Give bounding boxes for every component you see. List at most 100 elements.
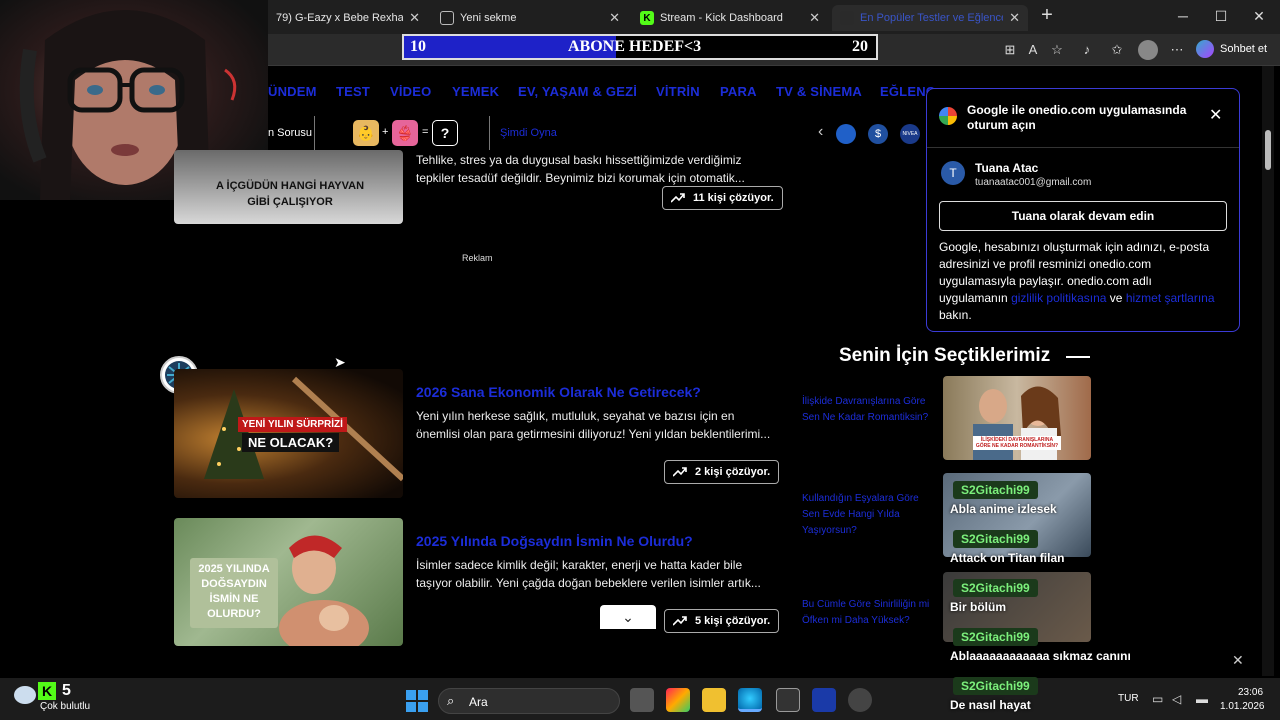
profile-avatar[interactable] [1138,40,1158,60]
tab-title: En Popüler Testler ve Eğlenceli Q [860,12,1003,24]
divider [489,116,490,150]
solve-count-button[interactable]: 2 kişi çözüyor. [664,460,780,484]
plus-sign: + [382,126,389,138]
goal-label: ABONE HEDEF<3 [568,38,702,55]
tab-youtube[interactable]: 79) G-Eazy x Bebe Rexha - Me, M ✕ [268,5,428,31]
trending-icon [671,193,685,203]
terms-link[interactable]: hizmet şartlarına [1126,291,1215,305]
obs-icon[interactable] [848,688,872,712]
kick-icon: K [640,11,654,25]
tab-kick[interactable]: K Stream - Kick Dashboard ✕ [632,5,828,31]
favorite-star-icon[interactable]: ☆ [1048,41,1066,59]
suggestion-link[interactable]: İlişkide Davranışlarına Göre Sen Ne Kada… [802,394,932,426]
thumbnail-caption: NE OLACAK? [242,433,340,452]
language-indicator[interactable]: TUR [1118,693,1139,704]
divider [314,116,315,150]
read-aloud-icon[interactable]: A [1024,41,1042,59]
nav-ev-yasam-gezi[interactable]: EV, YAŞAM & GEZİ [518,84,637,99]
tab-title: Yeni sekme [460,12,517,24]
store-icon[interactable] [776,688,800,712]
privacy-policy-link[interactable]: gizlilik politikasına [1011,291,1106,305]
app-icon[interactable] [812,688,836,712]
suggestion-link[interactable]: Bu Cümle Göre Sinirliliğin mi Öfken mi D… [802,597,932,629]
user-email: tuanaatac001@gmail.com [975,177,1092,188]
chat-message: Bir bölüm [950,600,1006,614]
weather-cloud-icon[interactable] [14,686,36,704]
weather-temperature: 5 [62,682,71,699]
close-banner-icon[interactable]: ✕ [1232,652,1244,669]
tab-onedio[interactable]: En Popüler Testler ve Eğlenceli Q ✕ [832,5,1028,31]
card-description: Tehlike, stres ya da duygusal baskı hiss… [416,153,745,185]
chat-message: Abla anime izlesek [950,502,1057,516]
tab-title: Stream - Kick Dashboard [660,12,783,24]
suggestion-thumbnail[interactable]: İLİŞKİDEKİ DAVRANIŞLARINA GÖRE NE KADAR … [943,376,1091,460]
taskbar-search-box[interactable]: ⌕ Ara [438,688,620,714]
carousel-prev-icon[interactable]: ‹ [818,123,823,141]
nav-vitrin[interactable]: VİTRİN [656,84,700,99]
suggestion-link[interactable]: Kullandığın Eşyalara Göre Sen Evde Hangi… [802,491,932,539]
windows-start-icon[interactable] [406,690,428,712]
nav-para[interactable]: PARA [720,84,757,99]
riddle-label: n Sorusu [268,127,313,139]
copilot-app-icon[interactable] [666,688,690,712]
close-tab-icon[interactable]: ✕ [809,10,820,26]
play-now-link[interactable]: Şimdi Oyna [500,127,557,139]
card-title[interactable]: 2025 Yılında Doğsaydın İsmin Ne Olurdu? [416,533,693,549]
dollar-brand-icon[interactable]: $ [868,124,888,144]
tab-new[interactable]: Yeni sekme ✕ [432,5,628,31]
extensions-icon[interactable]: ♪ [1078,41,1096,59]
thumbnail-caption: İLİŞKİDEKİ DAVRANIŞLARINA GÖRE NE KADAR … [973,436,1061,450]
copilot-chat-button[interactable]: Sohbet et [1196,40,1267,58]
close-popup-icon[interactable]: ✕ [1209,105,1222,125]
nav-video[interactable]: VİDEO [390,84,431,99]
clock-date[interactable]: 1.01.2026 [1220,701,1265,712]
close-window-button[interactable]: ✕ [1244,8,1274,25]
solve-count-button[interactable]: 11 kişi çözüyor. [662,186,783,210]
favorites-icon[interactable]: ✩ [1108,41,1126,59]
weather-text: Çok bulutlu [40,701,91,712]
nav-gundem[interactable]: ÜNDEM [268,84,317,99]
volume-icon[interactable]: ◁ [1172,692,1181,706]
continue-as-user-button[interactable]: Tuana olarak devam edin [939,201,1227,231]
app-available-icon[interactable]: ⊞ [1001,41,1019,59]
new-tab-button[interactable]: + [1032,4,1062,27]
scroll-down-chevron-icon[interactable]: ⌄ [600,605,656,629]
maximize-button[interactable]: ☐ [1206,8,1236,25]
thumbnail-caption: 2025 YILINDA DOĞSAYDIN İSMİN NE OLURDU? [198,563,270,620]
trending-icon [673,467,687,477]
card-thumbnail[interactable]: YENİ YILIN SÜRPRİZİ NE OLACAK? [174,369,403,498]
file-explorer-icon[interactable] [702,688,726,712]
battery-icon[interactable]: ▬ [1196,692,1208,706]
chat-username: S2Gitachi99 [953,677,1038,695]
clock-time[interactable]: 23:06 [1238,687,1263,698]
chat-username: S2Gitachi99 [953,481,1038,499]
nav-yemek[interactable]: YEMEK [452,84,499,99]
tab-title: 79) G-Eazy x Bebe Rexha - Me, M [276,12,404,24]
network-icon[interactable]: ▭ [1152,692,1163,706]
close-tab-icon[interactable]: ✕ [409,10,420,26]
equals-sign: = [422,126,429,138]
baby-emoji-icon: 👶 [353,120,379,146]
nav-tv-sinema[interactable]: TV & SİNEMA [776,84,862,99]
brand-logo-icon[interactable] [836,124,856,144]
answer-box: ? [432,120,458,146]
close-tab-icon[interactable]: ✕ [609,10,620,26]
close-tab-icon[interactable]: ✕ [1009,10,1020,26]
nivea-brand-icon[interactable]: NIVEA [900,124,920,144]
more-options-icon[interactable]: ⋯ [1168,41,1186,59]
trending-icon [673,616,687,626]
goal-end: 20 [852,38,868,55]
card-thumbnail[interactable]: A İÇGÜDÜN HANGİ HAYVAN GİBİ ÇALIŞIYOR [174,150,403,224]
google-logo-icon [939,107,957,125]
google-signin-popup: Google ile onedio.com uygulamasında otur… [926,88,1240,332]
task-view-icon[interactable] [630,688,654,712]
swimsuit-emoji-icon: 👙 [392,120,418,146]
scrollbar-thumb[interactable] [1265,130,1271,170]
card-thumbnail[interactable]: 2025 YILINDA DOĞSAYDIN İSMİN NE OLURDU? [174,518,403,646]
solve-count-button[interactable]: 5 kişi çözüyor. [664,609,780,633]
card-title[interactable]: 2026 Sana Ekonomik Olarak Ne Getirecek? [416,384,701,400]
nav-test[interactable]: TEST [336,84,370,99]
minimize-button[interactable]: ─ [1168,8,1198,24]
ad-label: Reklam [462,253,493,263]
edge-browser-icon[interactable] [738,688,762,712]
